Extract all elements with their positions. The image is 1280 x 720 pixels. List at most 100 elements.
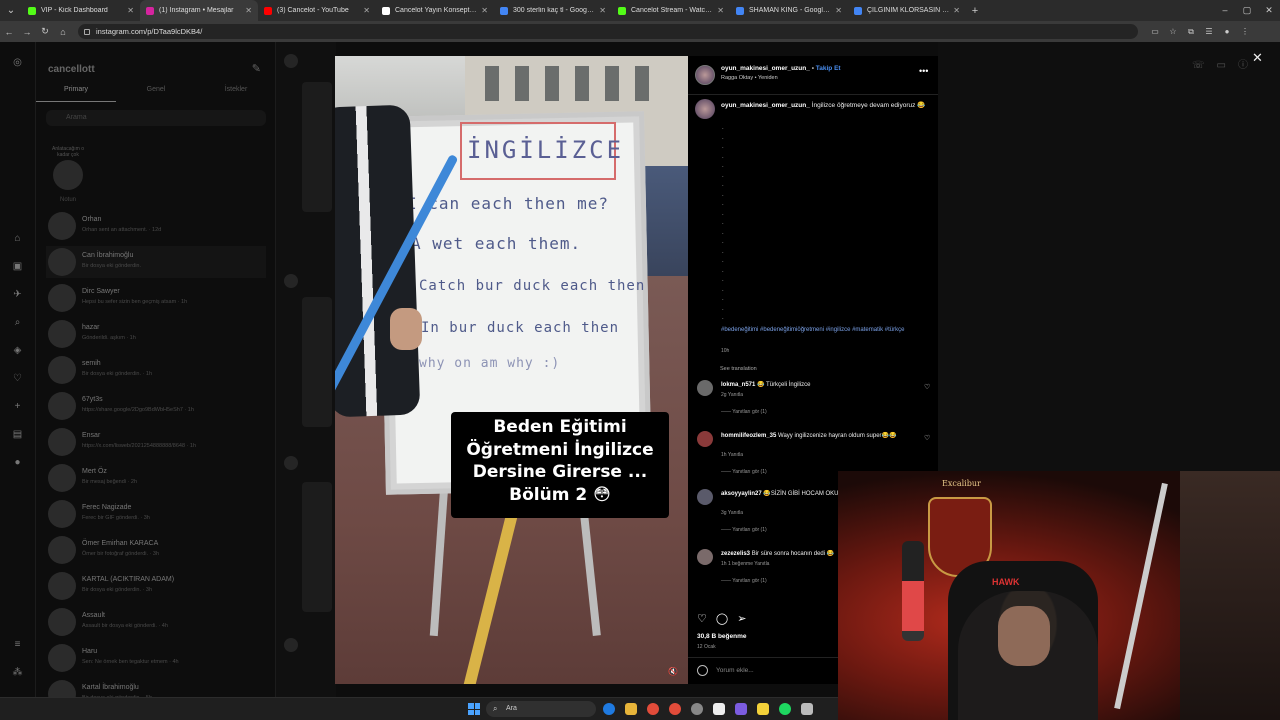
spotify-icon[interactable] (779, 703, 791, 715)
conversation-item[interactable]: Ensar https://x.com/lisweb/2021254888888/… (46, 426, 266, 458)
reel-video[interactable]: İNGİLİZCE I can each then me? A wet each… (335, 56, 688, 684)
comment-meta[interactable]: 3g Yanıtla (721, 510, 743, 516)
comment-meta[interactable]: 1h Yanıtla (721, 452, 743, 458)
conversation-item[interactable]: KARTAL (ACIKTIRAN ADAM) Bir dosya eki gön… (46, 570, 266, 602)
taskbar-search[interactable]: ⌕ Ara (486, 701, 596, 717)
browser-menu-icon[interactable]: ⋮ (1236, 27, 1254, 37)
site-info-icon[interactable] (84, 28, 90, 35)
comment-like-icon[interactable]: ♡ (924, 383, 930, 391)
sticky-notes-icon[interactable] (757, 703, 769, 715)
author-avatar[interactable] (695, 65, 715, 85)
view-replies-link[interactable]: —— Yanıtları gör (1) (721, 409, 767, 415)
more-options-icon[interactable]: ••• (919, 66, 928, 76)
caption-username[interactable]: oyun_makinesi_omer_uzun_ (721, 102, 810, 109)
like-count[interactable]: 30,8 B beğenme (697, 633, 747, 640)
obs-icon[interactable] (691, 703, 703, 715)
close-tab-icon[interactable]: ✕ (127, 6, 134, 15)
close-tab-icon[interactable]: ✕ (953, 6, 960, 15)
comment-like-icon[interactable]: ♡ (924, 434, 930, 442)
sidebar-icon[interactable]: ☰ (1200, 27, 1218, 37)
like-icon[interactable]: ♡ (697, 613, 716, 625)
conversation-item[interactable]: Mert Öz Bir mesaj beğendi · 2h (46, 462, 266, 494)
home-nav-icon[interactable]: ⌂ (11, 232, 24, 245)
home-icon[interactable]: ⌂ (54, 27, 72, 37)
commenter-avatar[interactable] (697, 380, 713, 396)
maximize-icon[interactable]: ▢ (1236, 0, 1258, 21)
view-replies-link[interactable]: —— Yanıtları gör (1) (721, 527, 767, 533)
cast-icon[interactable]: ▭ (1146, 27, 1164, 37)
author-username[interactable]: oyun_makinesi_omer_uzun_ (721, 65, 810, 72)
inbox-username[interactable]: cancellott (48, 64, 95, 75)
notepad-icon[interactable] (713, 703, 725, 715)
close-tab-icon[interactable]: ✕ (245, 6, 252, 15)
extensions-icon[interactable]: ⧉ (1182, 27, 1200, 37)
see-translation-link[interactable]: See translation (720, 366, 757, 372)
chrome-icon[interactable] (647, 703, 659, 715)
browser-tab[interactable]: Cancelot Yayın Konseptleri ✕ (376, 0, 494, 21)
forward-icon[interactable]: → (18, 27, 36, 37)
conversation-item[interactable]: Orhan Orhan sent an attachment. · 12d (46, 210, 266, 242)
explore-nav-icon[interactable]: ◈ (11, 344, 24, 357)
tab-requests[interactable]: İstekler (196, 86, 276, 102)
comment-meta[interactable]: 2g Yanıtla (721, 392, 743, 398)
browser-tab[interactable]: VIP - Kick Dashboard ✕ (22, 0, 140, 21)
tab-primary[interactable]: Primary (36, 86, 116, 102)
add-comment-input[interactable]: Yorum ekle... (697, 665, 754, 676)
reels-nav-icon[interactable]: ▣ (11, 260, 24, 273)
conversation-item[interactable]: 67yt3s https://share.google/2Dgo9BdWbH5eS… (46, 390, 266, 422)
inbox-search-input[interactable]: Arama (46, 110, 266, 126)
view-replies-link[interactable]: —— Yanıtları gör (1) (721, 469, 767, 475)
hashtags[interactable]: #bedeneğitimi #bedeneğitimiöğretmeni #in… (721, 326, 931, 335)
commenter-avatar[interactable] (697, 431, 713, 447)
caption-avatar[interactable] (695, 99, 715, 119)
conversation-item[interactable]: hazar Gönderildi. aşkım · 1h (46, 318, 266, 350)
view-replies-link[interactable]: —— Yanıtları gör (1) (721, 578, 767, 584)
mute-icon[interactable]: 🔇 (668, 667, 678, 676)
commenter-username[interactable]: zezezelis3 (721, 551, 750, 557)
close-tab-icon[interactable]: ✕ (835, 6, 842, 15)
conversation-item[interactable]: Haru Sen: Ne örnek ben tegaktur etmem · 4… (46, 642, 266, 674)
commenter-avatar[interactable] (697, 549, 713, 565)
commenter-avatar[interactable] (697, 489, 713, 505)
create-nav-icon[interactable]: + (11, 400, 24, 413)
dashboard-nav-icon[interactable]: ▤ (11, 428, 24, 441)
browser-tab[interactable]: (3) Cancelot - YouTube ✕ (258, 0, 376, 21)
browser-tab[interactable]: Cancelot Stream - Watch Live on ✕ (612, 0, 730, 21)
meta-nav-icon[interactable]: ⁂ (11, 666, 24, 679)
file-explorer-icon[interactable] (625, 703, 637, 715)
commenter-username[interactable]: lokma_n571 (721, 382, 755, 388)
chrome-alt-icon[interactable] (669, 703, 681, 715)
discord-icon[interactable] (735, 703, 747, 715)
close-tab-icon[interactable]: ✕ (481, 6, 488, 15)
notifications-nav-icon[interactable]: ♡ (11, 372, 24, 385)
close-modal-icon[interactable]: ✕ (1252, 50, 1263, 66)
minimize-icon[interactable]: – (1214, 0, 1236, 21)
commenter-username[interactable]: hommilifeozlem_35 (721, 433, 776, 439)
profile-nav-icon[interactable]: ● (11, 456, 24, 469)
share-icon[interactable]: ➢ (737, 613, 755, 625)
conversation-item[interactable]: Assault Assault bir dosya eki gönderdi. ·… (46, 606, 266, 638)
conversation-item[interactable]: Dirc Sawyer Hepsi bu sefer sizin ben geçm… (46, 282, 266, 314)
compose-icon[interactable]: ✎ (252, 62, 261, 75)
start-icon[interactable] (468, 703, 480, 715)
close-window-icon[interactable]: ✕ (1258, 0, 1280, 21)
instagram-logo-icon[interactable]: ◎ (11, 56, 24, 69)
audio-info[interactable]: Ragga Oktay • Yeniden (721, 75, 778, 81)
close-tab-icon[interactable]: ✕ (717, 6, 724, 15)
back-icon[interactable]: ← (0, 27, 18, 37)
more-nav-icon[interactable]: ≡ (11, 638, 24, 651)
browser-tab[interactable]: ÇILGINIM KLORSASIN JACK - Go ✕ (848, 0, 966, 21)
follow-button[interactable]: Takip Et (816, 65, 841, 72)
browser-tab[interactable]: SHAMAN KING - Google'da Ara ✕ (730, 0, 848, 21)
close-tab-icon[interactable]: ✕ (599, 6, 606, 15)
close-tab-icon[interactable]: ✕ (363, 6, 370, 15)
my-note[interactable]: Anlatacağım o kadar çok (50, 146, 86, 194)
new-tab-button[interactable]: + (966, 5, 984, 17)
conversation-item[interactable]: Can İbrahimoğlu Bir dosya eki gönderdin. (46, 246, 266, 278)
messages-nav-icon[interactable]: ✈ (11, 288, 24, 301)
tab-general[interactable]: Genel (116, 86, 196, 102)
commenter-username[interactable]: aksoyyaylin27 (721, 491, 762, 497)
browser-tab[interactable]: (1) Instagram • Mesajlar ✕ (140, 0, 258, 21)
comment-icon[interactable]: ◯ (716, 613, 737, 625)
tab-menu-icon[interactable]: ⌄ (0, 0, 22, 21)
